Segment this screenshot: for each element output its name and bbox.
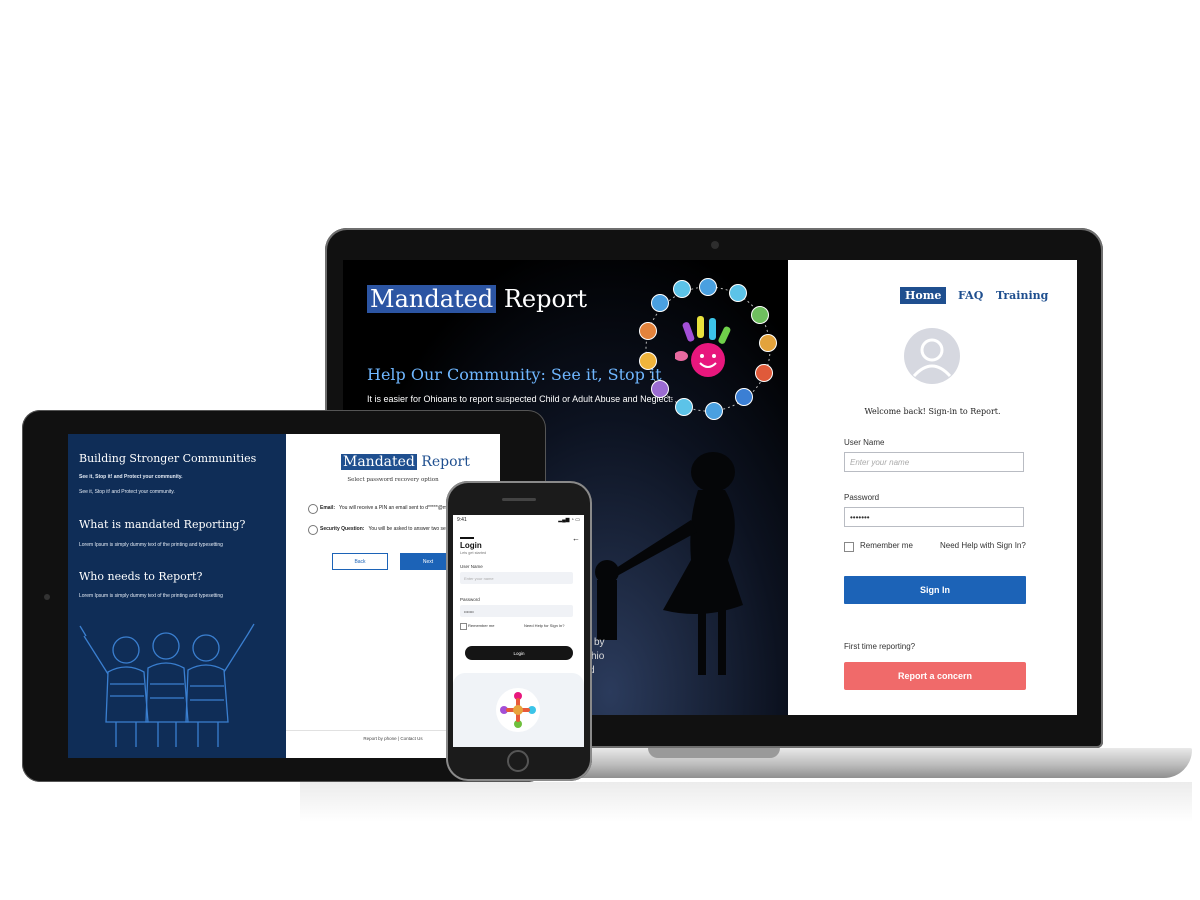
camera-icon — [711, 241, 719, 249]
email-option: Email: You will receive a PIN an email se… — [320, 505, 447, 511]
tablet-heading: Building Stronger Communities — [79, 452, 257, 465]
person-avatar-icon — [673, 280, 691, 298]
children-illustration — [79, 623, 255, 747]
logo-highlight: Mandated — [341, 454, 417, 470]
tablet-heading: What is mandated Reporting? — [79, 518, 246, 531]
home-button[interactable] — [507, 750, 529, 772]
phone-remember-checkbox[interactable] — [460, 623, 467, 630]
tablet-subtext: Lorem Ipsum is simply dummy text of the … — [79, 542, 223, 548]
security-option: Security Question: You will be asked to a… — [320, 526, 448, 532]
security-label: Security Question: — [320, 526, 365, 532]
phone-username-label: User Name — [460, 564, 483, 569]
sign-in-help-link[interactable]: Need Help with Sign In? — [940, 541, 1026, 550]
person-avatar-icon — [651, 294, 669, 312]
status-icons: ▂▄▆ ◔ ▭ — [558, 517, 580, 523]
tablet-subtext: Lorem Ipsum is simply dummy text of the … — [79, 593, 223, 599]
tablet-info-panel: Building Stronger Communities See it, St… — [68, 434, 286, 758]
person-avatar-icon — [639, 352, 657, 370]
hand-smile-icon — [675, 316, 731, 377]
person-avatar-icon — [755, 364, 773, 382]
laptop-logo: Mandated Report — [367, 285, 587, 313]
logo-highlight: Mandated — [367, 285, 497, 313]
back-button[interactable]: Back — [332, 553, 388, 570]
status-time: 9:41 — [457, 517, 467, 523]
laptop-notch — [648, 748, 780, 758]
email-label: Email: — [320, 505, 336, 511]
tablet-subtext: See it, Stop it! and Protect your commun… — [79, 474, 183, 480]
person-avatar-icon — [651, 380, 669, 398]
sign-in-button[interactable]: Sign In — [844, 576, 1026, 604]
tablet-logo: Mandated Report — [341, 454, 470, 470]
hero-text-fragment: hio — [591, 651, 605, 662]
phone-login-subtitle: Lets get started — [460, 551, 487, 555]
security-text: You will be asked to answer two sec — [368, 526, 449, 532]
welcome-text: Welcome back! Sign-in to Report. — [864, 407, 1001, 416]
username-label: User Name — [844, 438, 885, 447]
phone-help-link[interactable]: Need Help for Sign In? — [524, 623, 564, 628]
person-avatar-icon — [675, 398, 693, 416]
report-concern-button[interactable]: Report a concern — [844, 662, 1026, 690]
tablet-subtext: See it, Stop it! and Protect your commun… — [79, 489, 175, 495]
phone-remember-label: Remember me — [468, 623, 495, 628]
remember-me-label: Remember me — [860, 541, 913, 550]
person-avatar-icon — [705, 402, 723, 420]
login-panel: Home FAQ Training Welcome back! Sign-in … — [788, 260, 1077, 715]
community-logo-icon — [496, 688, 540, 732]
camera-icon — [44, 594, 50, 600]
phone-login-button[interactable]: Login — [465, 646, 573, 660]
tablet-heading: Who needs to Report? — [79, 570, 203, 583]
logo-text: Report — [416, 454, 470, 470]
person-avatar-icon — [699, 278, 717, 296]
tablet-screen: Building Stronger Communities See it, St… — [68, 434, 500, 758]
password-input[interactable]: ••••••• — [844, 507, 1024, 527]
user-avatar-icon — [904, 328, 960, 384]
community-circle-graphic — [635, 276, 781, 422]
person-avatar-icon — [639, 322, 657, 340]
username-input[interactable] — [844, 452, 1024, 472]
first-time-label: First time reporting? — [844, 642, 916, 651]
phone-password-input[interactable]: ••••••• — [460, 605, 573, 617]
laptop-reflection — [300, 782, 1192, 822]
hero-text-fragment: by — [594, 637, 605, 648]
person-avatar-icon — [759, 334, 777, 352]
person-avatar-icon — [751, 306, 769, 324]
email-text: You will receive a PIN an email sent to … — [339, 505, 448, 511]
phone-screen: 9:41 ▂▄▆ ◔ ▭ ← Login Lets get started Us… — [453, 515, 584, 747]
phone-password-label: Password — [460, 597, 480, 602]
back-arrow-icon[interactable]: ← — [572, 534, 580, 543]
child-silhouette-image — [595, 452, 743, 675]
remember-me-checkbox[interactable] — [844, 542, 854, 552]
person-avatar-icon — [729, 284, 747, 302]
phone-username-input[interactable]: Enter your name — [460, 572, 573, 584]
title-bar-icon — [460, 537, 474, 539]
person-avatar-icon — [735, 388, 753, 406]
nav-training[interactable]: Training — [996, 287, 1048, 304]
phone-login-title: Login — [460, 541, 482, 550]
password-label: Password — [844, 493, 880, 502]
security-radio[interactable] — [308, 525, 318, 535]
hero-subtitle: It is easier for Ohioans to report suspe… — [367, 394, 674, 404]
hero-title: Help Our Community: See it, Stop it — [367, 365, 662, 384]
nav-faq[interactable]: FAQ — [958, 287, 983, 304]
logo-text: Report — [496, 285, 588, 313]
speaker-icon — [502, 498, 536, 501]
email-radio[interactable] — [308, 504, 318, 514]
nav-home[interactable]: Home — [900, 287, 947, 304]
